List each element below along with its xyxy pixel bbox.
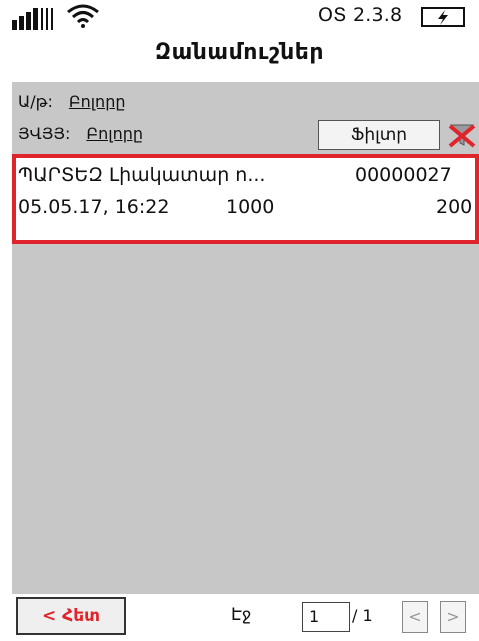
app-version: ՕՏ 2.3.8 <box>318 4 403 26</box>
record-number: 00000027 <box>355 164 452 186</box>
filter-button[interactable]: Ֆիլտր <box>318 120 440 150</box>
record-datetime: 05.05.17, 16:22 <box>18 196 170 218</box>
page-title: Զանամուշներ <box>155 40 324 65</box>
back-button[interactable]: < Հետ <box>16 597 126 635</box>
page-number-input[interactable]: 1 <box>302 602 350 632</box>
prev-page-button[interactable]: < <box>402 601 428 633</box>
type-filter[interactable]: ՅՎՅՅ: Բոլորը <box>18 124 143 143</box>
status-filter-label: Ա/թ: <box>18 92 53 111</box>
battery-charging-icon <box>421 7 465 27</box>
status-filter-value[interactable]: Բոլորը <box>69 92 126 111</box>
next-page-button[interactable]: > <box>440 601 466 633</box>
record-amount-secondary: 200 <box>436 196 473 218</box>
signal-icon <box>12 8 53 30</box>
status-bar: ՕՏ 2.3.8 <box>0 0 479 36</box>
page-label: Էջ <box>231 605 252 625</box>
status-filter[interactable]: Ա/թ: Բոլորը <box>18 92 125 111</box>
record-item[interactable]: ՊԱՐՏԵԶ Լիակատար ո... 00000027 05.05.17, … <box>12 154 479 244</box>
wifi-icon <box>67 4 99 28</box>
screen: ՕՏ 2.3.8 Զանամուշներ Ա/թ: Բոլորը ՅՎՅՅ: Բոլ… <box>0 0 479 641</box>
record-amount: 1000 <box>226 196 275 218</box>
records-panel: Ա/թ: Բոլորը ՅՎՅՅ: Բոլորը Ֆիլտր ՊԱՐՏԵԶ Լիակ… <box>12 82 479 594</box>
type-filter-value[interactable]: Բոլորը <box>86 124 143 143</box>
clear-filter-icon[interactable] <box>447 122 477 148</box>
type-filter-label: ՅՎՅՅ: <box>18 124 71 143</box>
page-total: / 1 <box>352 606 373 625</box>
footer-bar: < Հետ Էջ 1 / 1 < > <box>0 594 479 641</box>
record-title: ՊԱՐՏԵԶ Լիակատար ո... <box>18 164 266 186</box>
